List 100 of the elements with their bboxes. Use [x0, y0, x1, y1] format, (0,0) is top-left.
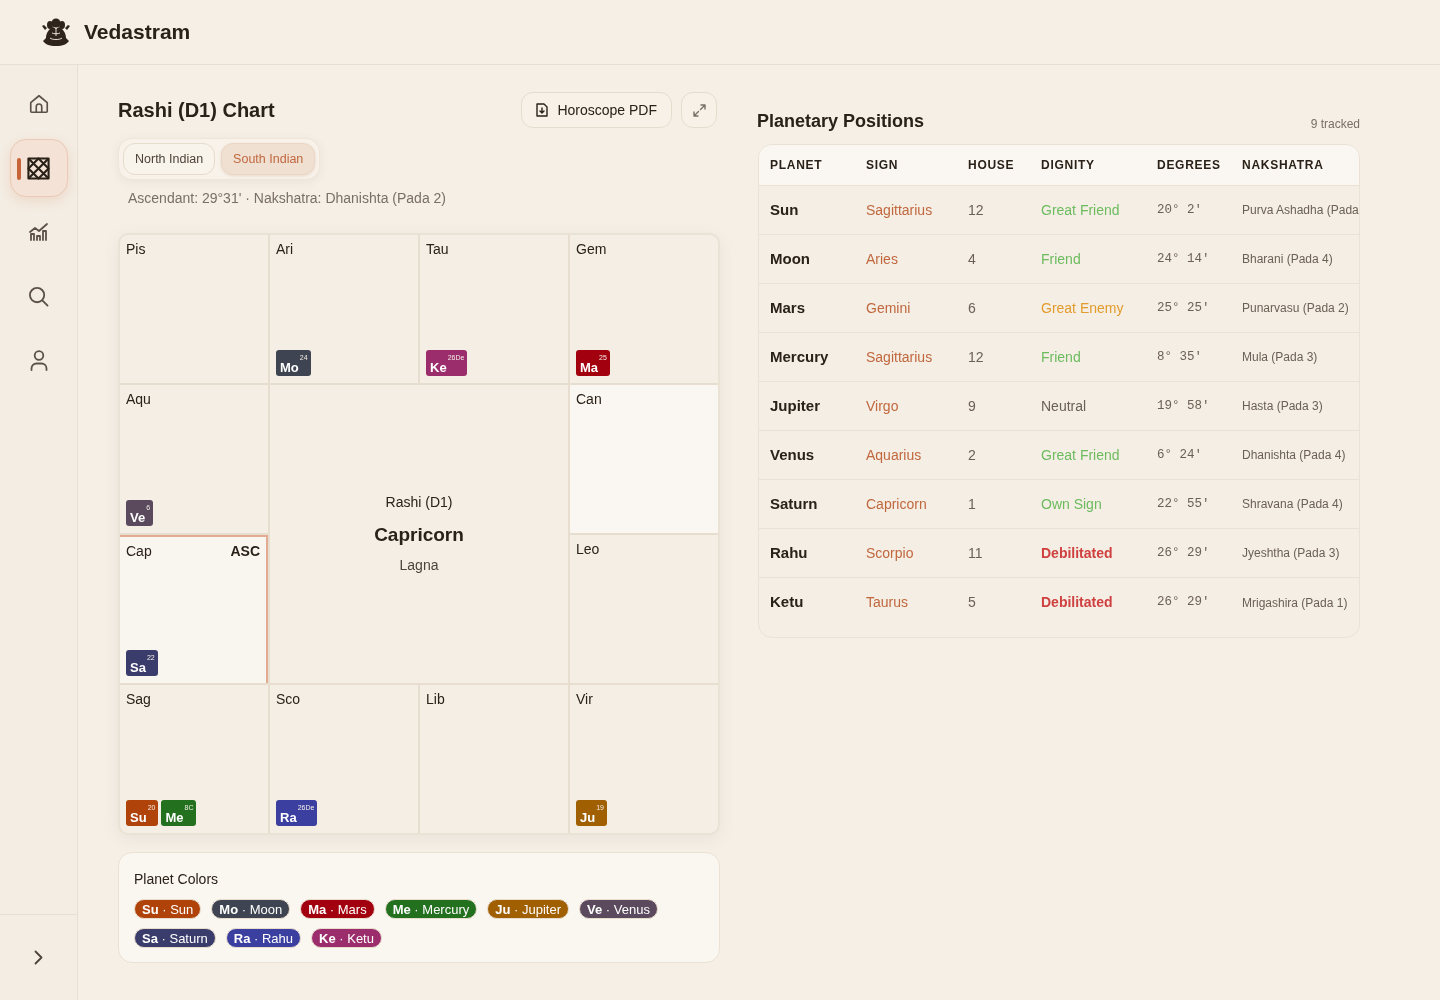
- sign-cell-text: Sagittarius: [866, 347, 934, 367]
- ascendant-tag: ASC: [230, 542, 260, 560]
- nakshatra-cell-text: Dhanishta (Pada 4): [1242, 447, 1347, 464]
- house-cell-text: 12: [968, 200, 985, 220]
- degrees-cell-text: 25° 25': [1157, 299, 1211, 317]
- expand-icon: [692, 103, 706, 117]
- degrees-cell-text: 8° 35': [1157, 348, 1203, 366]
- ascendant-info: Ascendant: 29°31' · Nakshatra: Dhanishta (Pada 2): [127, 189, 447, 208]
- planet-abbr: Ve: [130, 510, 146, 525]
- degrees-cell-text: 26° 29': [1157, 544, 1211, 562]
- legend-title: Planet Colors: [134, 870, 220, 889]
- legend-pill: Sa · Saturn: [134, 928, 216, 948]
- nakshatra-cell-text: Purva Ashadha (Pada: [1242, 202, 1359, 219]
- dignity-label: Friend: [1041, 249, 1082, 269]
- column-header: HOUSE: [968, 157, 1016, 174]
- sign-cell-text: Taurus: [866, 593, 910, 612]
- planet-name: Saturn: [770, 493, 819, 514]
- planet-abbr: Ju: [580, 810, 596, 825]
- indicator-bar-icon: [16, 158, 21, 180]
- nakshatra-cell-text: Jyeshtha (Pada 3): [1242, 545, 1341, 562]
- sign-label: Can: [576, 390, 602, 408]
- logo-icon: [40, 16, 72, 48]
- house-cell-text: 6: [968, 298, 977, 318]
- planet-name: Ketu: [770, 592, 805, 613]
- legend-pill: Ke · Ketu: [311, 928, 382, 948]
- planet-abbr: Me: [165, 810, 184, 825]
- sign-cell-text: Aries: [866, 249, 899, 269]
- house-cell-text: 1: [968, 494, 977, 514]
- sign-label: Sco: [276, 690, 301, 708]
- planet-name: Venus: [770, 444, 816, 465]
- chart-title: Rashi (D1) Chart: [118, 98, 275, 123]
- planet-name: Jupiter: [770, 395, 821, 416]
- bar-chart-icon: [28, 223, 49, 241]
- legend-pill: Ju · Jupiter: [487, 899, 569, 919]
- search-icon: [28, 285, 49, 307]
- sign-label: Ari: [276, 240, 294, 258]
- legend-pill: Ma · Mars: [300, 899, 375, 919]
- house-cell-text: 4: [968, 249, 977, 269]
- sign-cell-text: Capricorn: [866, 494, 928, 514]
- planet-abbr: Sa: [130, 660, 146, 675]
- planet-name: Mars: [770, 297, 807, 318]
- expand-button[interactable]: [681, 92, 717, 128]
- sign-label: Vir: [576, 690, 593, 708]
- sign-label: Cap: [126, 542, 152, 560]
- sign-label: Aqu: [126, 390, 151, 408]
- house-cell-text: 11: [968, 543, 984, 563]
- dignity-label: Great Friend: [1041, 445, 1121, 465]
- planet-abbr: Ra: [280, 810, 297, 825]
- dignity-label: Neutral: [1041, 396, 1088, 416]
- sign-cell-text: Sagittarius: [866, 200, 934, 220]
- dignity-label: Great Friend: [1041, 200, 1121, 220]
- sign-label: Leo: [576, 540, 600, 558]
- sign-label: Gem: [576, 240, 607, 258]
- planet-name: Rahu: [770, 542, 809, 563]
- lattice-square-icon: [27, 156, 50, 180]
- sign-cell-text: Aquarius: [866, 445, 923, 465]
- planet-name: Mercury: [770, 346, 830, 367]
- sign-label: Tau: [426, 240, 449, 258]
- house-cell-text: 5: [968, 593, 977, 612]
- degrees-cell-text: 24° 14': [1157, 250, 1211, 268]
- planet-abbr: Su: [130, 810, 147, 825]
- planet-abbr: Ma: [580, 360, 599, 375]
- column-header: PLANET: [770, 157, 824, 174]
- user-icon: [29, 349, 48, 371]
- sign-label: Lib: [426, 690, 445, 708]
- degrees-cell-text: 26° 29': [1157, 594, 1211, 612]
- file-download-icon: [536, 103, 549, 117]
- degrees-cell-text: 19° 58': [1157, 397, 1211, 415]
- degrees-cell-text: 6° 24': [1157, 446, 1203, 464]
- legend-pill: Ra · Rahu: [225, 928, 302, 948]
- dignity-label: Debilitated: [1041, 543, 1114, 563]
- nakshatra-cell-text: Punarvasu (Pada 2): [1242, 300, 1350, 317]
- nav-item[interactable]: [9, 139, 68, 197]
- positions-title: Planetary Positions: [757, 110, 925, 133]
- sign-label: Pis: [126, 240, 146, 258]
- planet-name: Sun: [770, 199, 800, 220]
- degrees-cell-text: 22° 55': [1157, 495, 1211, 513]
- planet-name: Moon: [770, 248, 811, 269]
- chevron-right-icon: [34, 950, 43, 965]
- dignity-label: Own Sign: [1041, 494, 1103, 514]
- sign-cell-text: Gemini: [866, 298, 912, 318]
- sign-label: Sag: [126, 690, 151, 708]
- house-cell-text: 9: [968, 396, 977, 416]
- sign-cell-text: Scorpio: [866, 543, 915, 563]
- legend-pill: Me · Mercury: [384, 899, 478, 919]
- nakshatra-cell-text: Mula (Pada 3): [1242, 349, 1319, 366]
- planet-abbr: Mo: [280, 360, 299, 375]
- chart-style-tab[interactable]: North Indian: [123, 143, 216, 175]
- house-cell-text: 12: [968, 347, 985, 367]
- tracked-count: 9 tracked: [1310, 116, 1360, 133]
- center-title: Rashi (D1): [385, 492, 453, 512]
- center-caption: Lagna: [399, 556, 439, 576]
- degrees-cell-text: 20° 2': [1157, 201, 1203, 219]
- house-cell-text: 2: [968, 445, 977, 465]
- planet-abbr: Ke: [430, 360, 447, 375]
- center-sign: Capricorn: [374, 522, 464, 547]
- sign-cell-text: Virgo: [866, 396, 900, 416]
- pdf-download-button[interactable]: Horoscope PDF: [521, 92, 672, 128]
- nakshatra-cell-text: Hasta (Pada 3): [1242, 398, 1324, 415]
- home-icon: [27, 93, 50, 115]
